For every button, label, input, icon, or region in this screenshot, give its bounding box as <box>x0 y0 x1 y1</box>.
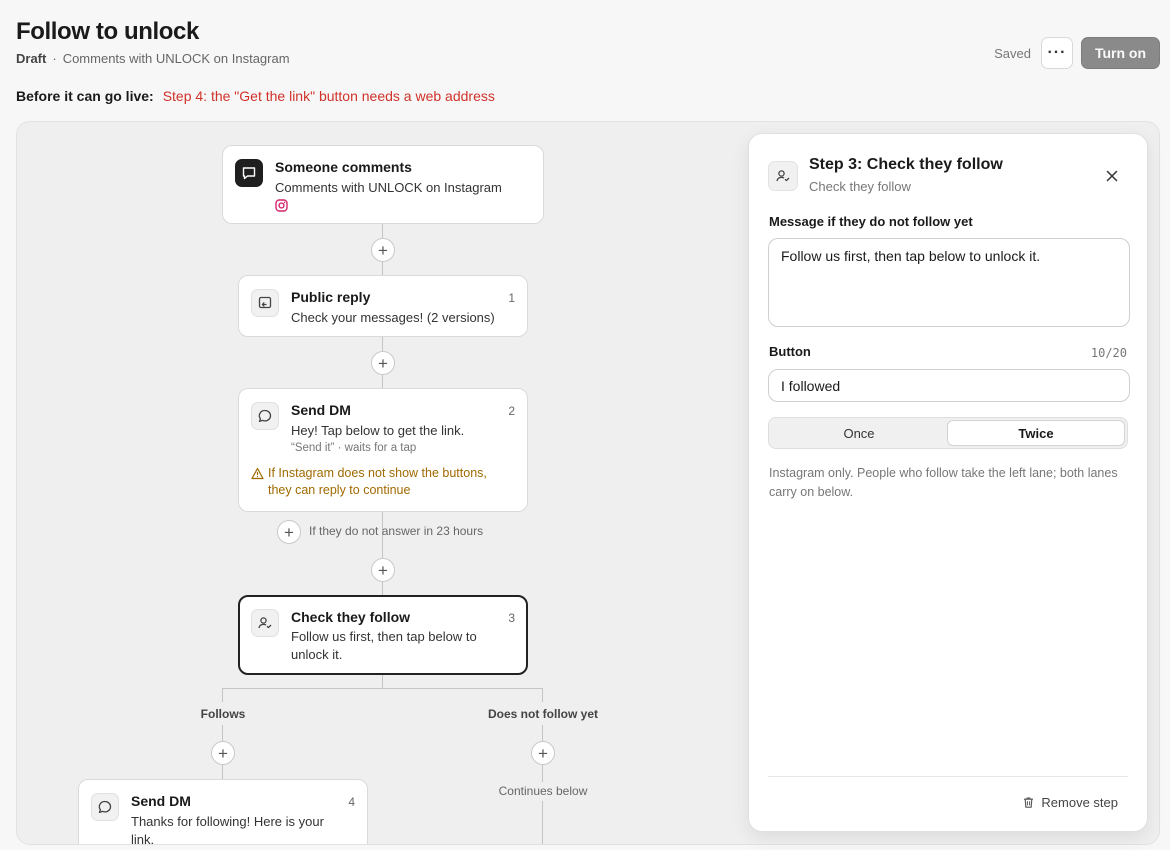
message-textarea[interactable]: Follow us first, then tap below to unloc… <box>768 238 1130 327</box>
remove-step-button[interactable]: Remove step <box>1022 795 1118 810</box>
add-step-button[interactable]: + <box>371 238 395 262</box>
repeat-segmented-control: Once Twice <box>768 417 1128 449</box>
branch-label-not-follow: Does not follow yet <box>487 707 599 721</box>
connector <box>542 688 543 702</box>
page-title: Follow to unlock <box>16 18 199 45</box>
step-settings-panel: Step 3: Check they follow Check they fol… <box>748 133 1148 832</box>
step-title: Public reply <box>291 289 371 305</box>
step-title: Send DM <box>291 402 351 418</box>
branch-label-follows: Follows <box>200 707 246 721</box>
add-timeout-step-button[interactable]: + <box>277 520 301 544</box>
step-node-check-follow[interactable]: Check they follow 3 Follow us first, the… <box>238 595 528 675</box>
step-description-line: unlock it. <box>291 647 343 662</box>
trigger-title: Someone comments <box>275 159 412 175</box>
timeout-label: If they do not answer in 23 hours <box>309 524 484 538</box>
go-live-check: Before it can go live: Step 4: the "Get … <box>16 88 495 104</box>
more-icon: ··· <box>1047 44 1067 61</box>
step-number: 4 <box>348 795 355 809</box>
button-field-label: Button <box>769 344 811 359</box>
panel-subtitle: Check they follow <box>809 179 911 194</box>
trash-icon <box>1024 797 1034 808</box>
help-text: Instagram only. People who follow take t… <box>769 466 1118 499</box>
chat-icon <box>235 159 263 187</box>
top-actions: Saved ··· Turn on <box>994 37 1160 69</box>
add-step-button-not-follow[interactable]: + <box>531 741 555 765</box>
step-node-send-dm-4[interactable]: Send DM 4 Thanks for following! Here is … <box>78 779 368 845</box>
option-once[interactable]: Once <box>771 420 947 446</box>
step-number: 3 <box>508 611 515 625</box>
add-step-button-follows[interactable]: + <box>211 741 235 765</box>
step-number: 1 <box>508 291 515 305</box>
step-warning: If Instagram does not show the buttons, … <box>251 465 513 499</box>
step-meta: “Send it” · waits for a tap <box>291 442 417 454</box>
step-description: Follow us first, then tap below to unloc… <box>291 628 477 664</box>
warning-text: If Instagram does not show the buttons, … <box>268 466 487 497</box>
instagram-icon <box>275 199 288 217</box>
message-field-label: Message if they do not follow yet <box>769 214 973 229</box>
add-step-button[interactable]: + <box>371 351 395 375</box>
step-title: Send DM <box>131 793 191 809</box>
step-description: Hey! Tap below to get the link. <box>291 423 465 438</box>
panel-divider <box>768 776 1128 777</box>
go-live-warning-link[interactable]: Step 4: the "Get the link" button needs … <box>163 88 495 104</box>
continues-below-label: Continues below <box>498 784 588 798</box>
add-step-button[interactable]: + <box>371 558 395 582</box>
close-panel-button[interactable] <box>1102 166 1122 186</box>
step-node-public-reply[interactable]: Public reply 1 Check your messages! (2 v… <box>238 275 528 337</box>
message-bubble-icon <box>251 402 279 430</box>
message-bubble-icon <box>91 793 119 821</box>
step-description: Check your messages! (2 versions) <box>291 310 495 325</box>
warning-icon <box>251 465 264 499</box>
branch-connector <box>222 688 543 689</box>
turn-on-button[interactable]: Turn on <box>1080 37 1160 69</box>
user-check-icon <box>768 161 798 191</box>
step-description-line: Follow us first, then tap below to <box>291 629 477 644</box>
step-node-send-dm[interactable]: Send DM 2 Hey! Tap below to get the link… <box>238 388 528 512</box>
user-check-icon <box>251 609 279 637</box>
connector <box>542 801 543 844</box>
button-char-counter: 10/20 <box>1090 346 1127 360</box>
subtitle-row: Draft · Comments with UNLOCK on Instagra… <box>16 51 290 66</box>
connector <box>382 675 383 688</box>
step-description: Thanks for following! Here is your link. <box>131 813 324 845</box>
step-description-line: link. <box>131 832 155 845</box>
trigger-node[interactable]: Someone comments Comments with UNLOCK on… <box>222 145 544 224</box>
status-badge: Draft <box>16 51 47 66</box>
trigger-summary: Comments with UNLOCK on Instagram <box>62 51 290 66</box>
step-number: 2 <box>508 404 515 418</box>
panel-title: Step 3: Check they follow <box>809 156 1003 173</box>
go-live-label: Before it can go live: <box>16 88 154 104</box>
trigger-description: Comments with UNLOCK on Instagram <box>275 180 502 195</box>
step-title: Check they follow <box>291 609 411 625</box>
remove-step-label: Remove step <box>1041 795 1118 810</box>
more-options-button[interactable]: ··· <box>1040 37 1073 69</box>
connector <box>222 688 223 702</box>
option-twice[interactable]: Twice <box>947 420 1125 446</box>
separator: · <box>52 51 57 66</box>
reply-icon <box>251 289 279 317</box>
step-description-line: Thanks for following! Here is your <box>131 814 324 829</box>
button-text-input[interactable] <box>768 369 1130 402</box>
saved-status: Saved <box>994 45 1031 61</box>
close-icon <box>1106 170 1118 182</box>
